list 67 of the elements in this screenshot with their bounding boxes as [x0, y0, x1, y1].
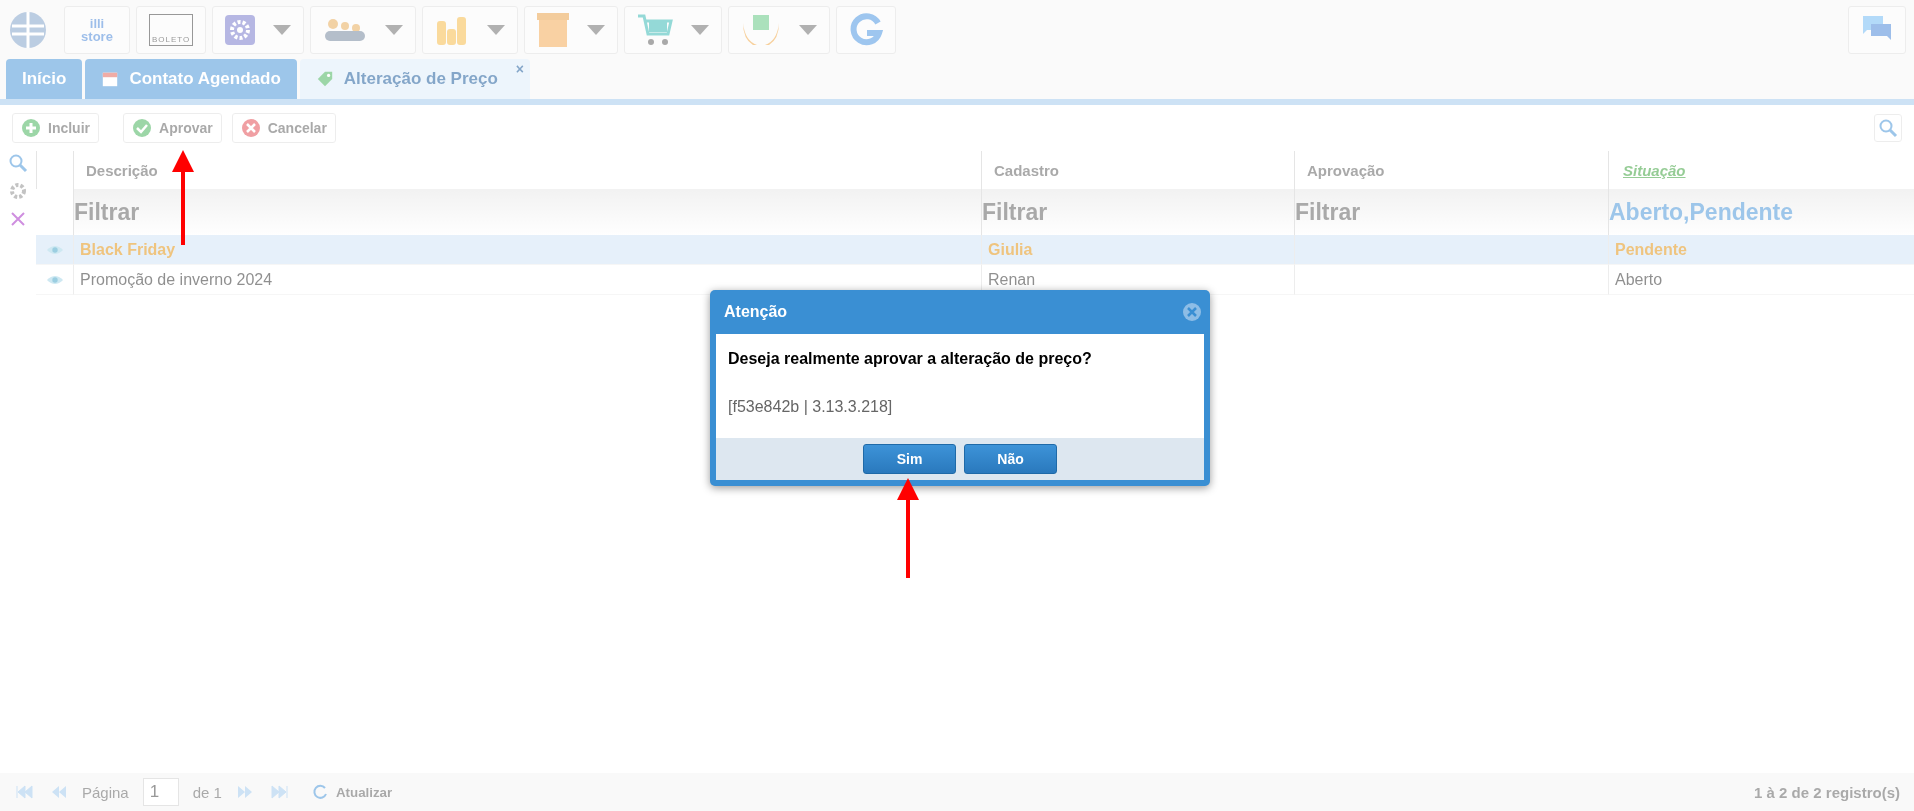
- caret-icon: [487, 25, 506, 35]
- refresh-logo-icon: [849, 13, 884, 47]
- cancel-button[interactable]: Cancelar: [231, 113, 336, 143]
- caret-icon: [587, 25, 606, 35]
- filter-input[interactable]: Aberto,Pendente: [1609, 198, 1914, 226]
- tab[interactable]: Início: [6, 59, 83, 99]
- gear-icon: [225, 15, 256, 45]
- gear-icon: [8, 181, 28, 201]
- filter-input[interactable]: Filtrar: [1295, 198, 1608, 226]
- hands-box-icon: [741, 13, 782, 47]
- barcode-logo: BOLETO: [149, 14, 194, 46]
- tab[interactable]: Contato Agendado: [85, 59, 297, 99]
- dialog-message: Deseja realmente aprovar a alteração de preço?: [728, 350, 1093, 368]
- app-launcher[interactable]: [624, 6, 723, 54]
- close-icon: [1182, 302, 1202, 322]
- tab-close-button[interactable]: ×: [515, 61, 524, 77]
- app-launcher[interactable]: [310, 6, 417, 54]
- caret-icon: [691, 25, 710, 35]
- add-button[interactable]: Incluir: [12, 113, 99, 143]
- table-cell: Pendente: [1615, 240, 1687, 259]
- app-launcher[interactable]: [212, 6, 305, 54]
- close-button[interactable]: [1182, 302, 1202, 322]
- app-launcher[interactable]: [728, 6, 831, 54]
- page-label: Página: [82, 783, 129, 801]
- calendar-icon: [101, 70, 120, 88]
- page-field[interactable]: 1: [142, 778, 179, 806]
- globe-logo-icon: [8, 10, 48, 50]
- search-button[interactable]: [1874, 114, 1902, 142]
- table-cell: Promoção de inverno 2024: [80, 270, 273, 289]
- cart-icon: [637, 13, 674, 47]
- filter-field[interactable]: Filtrar: [981, 189, 1294, 235]
- page-count: de 1: [192, 783, 222, 801]
- search-icon: [8, 153, 28, 173]
- version-text: [f53e842b | 3.13.3.218]: [728, 398, 894, 416]
- app-launcher[interactable]: illi store: [64, 6, 130, 54]
- caret-icon: [799, 25, 818, 35]
- plus-icon: [21, 118, 41, 138]
- filter-input[interactable]: Filtrar: [74, 198, 981, 226]
- dialog-button[interactable]: Sim: [863, 444, 956, 474]
- check-icon: [132, 118, 152, 138]
- filter-field[interactable]: Filtrar: [1294, 189, 1608, 235]
- cancel-icon: [240, 118, 261, 138]
- box-icon: [537, 13, 570, 47]
- refresh-button[interactable]: Atualizar: [303, 781, 399, 803]
- dialog-title: Atenção: [724, 303, 788, 321]
- search-icon: [1878, 118, 1898, 138]
- people-icon: [323, 16, 368, 44]
- caret-icon: [385, 25, 404, 35]
- dialog-button[interactable]: Não: [964, 444, 1057, 474]
- caret-icon: [273, 25, 292, 35]
- record-count: 1 à 2 de 2 registro(s): [1754, 783, 1900, 801]
- app-launcher[interactable]: [422, 6, 519, 54]
- tab[interactable]: Alteração de Preço ×: [299, 59, 530, 99]
- store-logo: illi store: [80, 17, 114, 43]
- app-launcher[interactable]: [524, 6, 619, 54]
- app-launcher[interactable]: BOLETO: [136, 6, 207, 54]
- filter-field[interactable]: Filtrar: [73, 189, 981, 235]
- approve-button[interactable]: Aprovar: [123, 113, 222, 143]
- filter-field[interactable]: Aberto,Pendente: [1608, 189, 1914, 235]
- table-cell: Black Friday: [80, 240, 176, 259]
- table-cell: Aberto: [1615, 270, 1663, 289]
- table-cell: Giulia: [988, 240, 1033, 259]
- app-launcher[interactable]: [836, 6, 897, 54]
- tag-icon: [315, 70, 334, 88]
- table-cell: Renan: [988, 270, 1036, 289]
- chat-button[interactable]: [1848, 6, 1906, 54]
- filter-input[interactable]: Filtrar: [982, 198, 1294, 226]
